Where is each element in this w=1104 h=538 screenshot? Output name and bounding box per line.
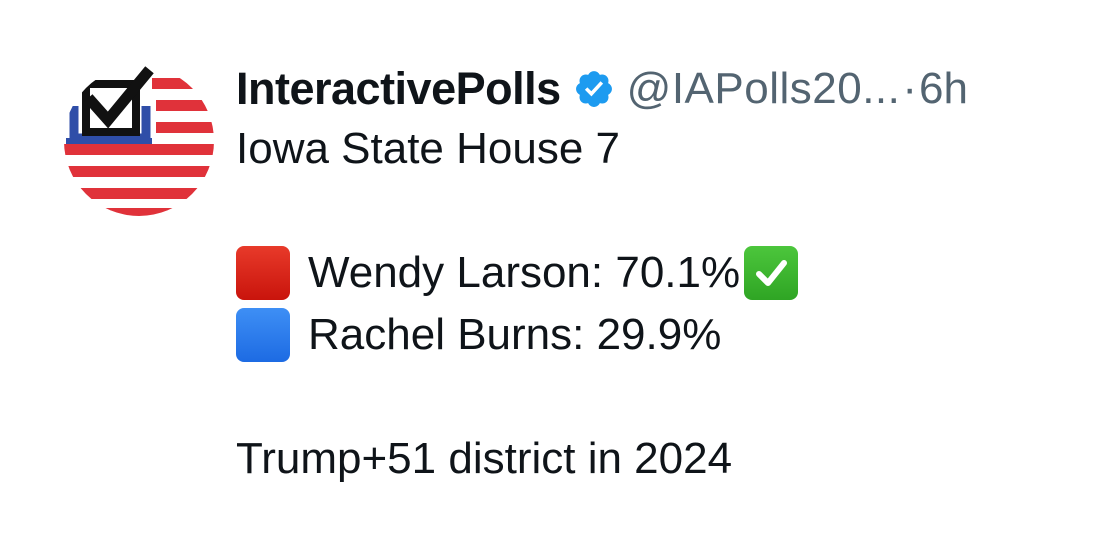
blue-square-icon <box>236 308 290 362</box>
separator-dot: · <box>902 64 918 113</box>
checkbox-flag-logo-icon <box>64 66 214 216</box>
title-text: Iowa State House 7 <box>236 124 621 173</box>
tweet-title: Iowa State House 7 <box>236 118 1086 180</box>
tweet-footer: Trump+51 district in 2024 <box>236 428 1086 490</box>
verified-badge-icon[interactable] <box>573 68 615 110</box>
tweet-header: InteractivePolls @IAPolls20... · 6h <box>236 60 1086 118</box>
candidate-2-text: Rachel Burns: 29.9% <box>308 310 722 359</box>
check-mark-icon <box>744 246 799 300</box>
candidate-1-text: Wendy Larson: 70.1% <box>308 248 741 297</box>
candidate-row: Rachel Burns: 29.9% <box>236 304 1086 366</box>
candidate-row: Wendy Larson: 70.1% <box>236 242 1086 304</box>
timestamp[interactable]: 6h <box>919 64 968 114</box>
avatar[interactable] <box>64 66 214 216</box>
footer-text: Trump+51 district in 2024 <box>236 434 733 483</box>
user-handle[interactable]: @IAPolls20... <box>627 64 901 114</box>
tweet-text: Iowa State House 7 Wendy Larson: 70.1% R… <box>236 118 1086 490</box>
tweet-content: InteractivePolls @IAPolls20... · 6h Iowa… <box>236 60 1086 490</box>
red-square-icon <box>236 246 290 300</box>
display-name[interactable]: InteractivePolls <box>236 63 561 115</box>
